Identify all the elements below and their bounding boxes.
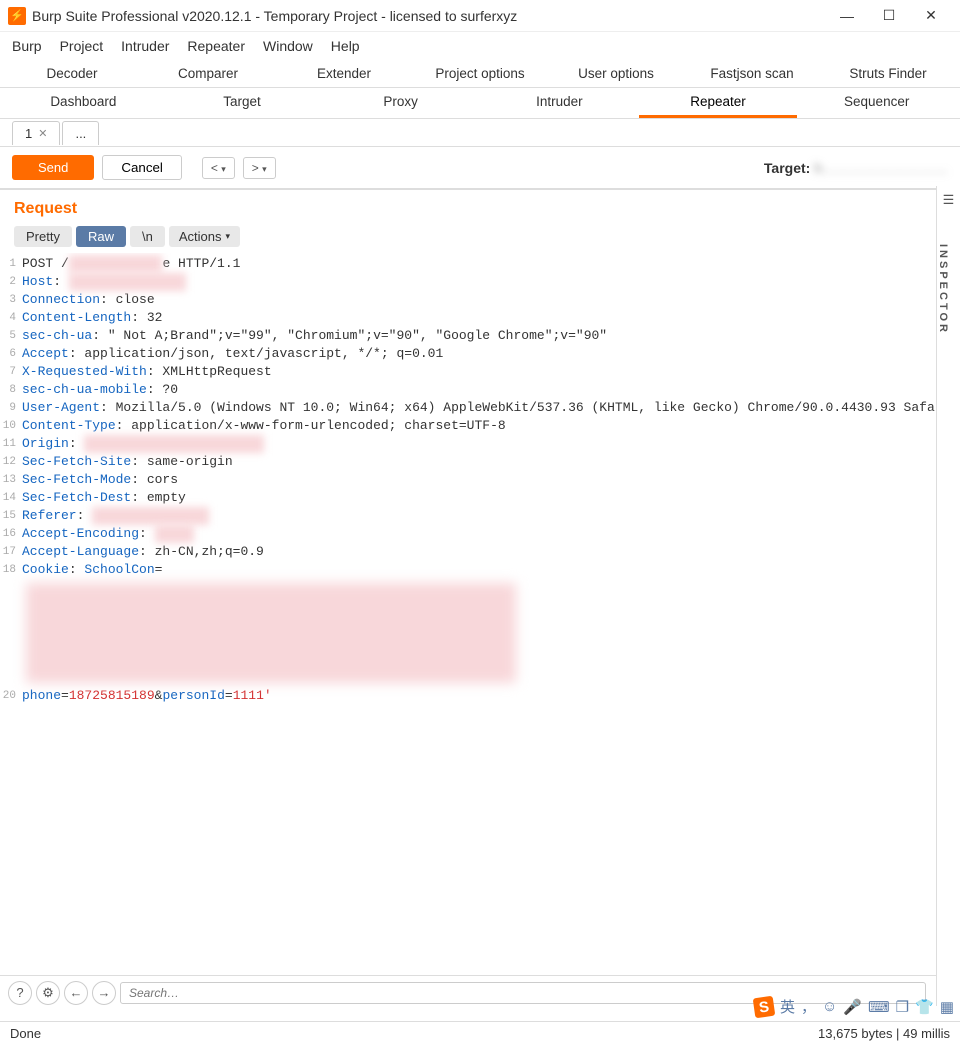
tab-fastjson-scan[interactable]: Fastjson scan bbox=[684, 60, 820, 87]
inspector-sidebar[interactable]: ☰ INSPECTOR bbox=[936, 186, 960, 1006]
maximize-button[interactable]: ☐ bbox=[868, 2, 910, 30]
tab-comparer[interactable]: Comparer bbox=[140, 60, 276, 87]
request-tabs: PrettyRaw\nActions ▾ bbox=[0, 226, 960, 253]
code-line: 13Sec-Fetch-Mode: cors bbox=[0, 471, 960, 489]
menu-intruder[interactable]: Intruder bbox=[121, 38, 169, 54]
ime-lang-icon[interactable]: 英 bbox=[780, 996, 795, 1017]
tab-decoder[interactable]: Decoder bbox=[4, 60, 140, 87]
ime-tray: S 英 ， ☺ 🎤 ⌨ ❐ 👕 ▦ bbox=[754, 996, 954, 1017]
code-line: 9User-Agent: Mozilla/5.0 (Windows NT 10.… bbox=[0, 399, 960, 417]
ime-emoji-icon[interactable]: ☺ bbox=[822, 998, 837, 1015]
code-line: 14Sec-Fetch-Dest: empty bbox=[0, 489, 960, 507]
view-tab-n[interactable]: \n bbox=[130, 226, 165, 247]
code-line: 3Connection: close bbox=[0, 291, 960, 309]
subtab-more[interactable]: ... bbox=[62, 121, 99, 145]
tab-target[interactable]: Target bbox=[163, 88, 322, 118]
cancel-button[interactable]: Cancel bbox=[102, 155, 182, 180]
window-title: Burp Suite Professional v2020.12.1 - Tem… bbox=[32, 8, 826, 24]
panels: Request PrettyRaw\nActions ▾ ⋮⋮ 1POST / … bbox=[0, 189, 960, 1009]
minimize-button[interactable]: — bbox=[826, 2, 868, 30]
tab-repeater[interactable]: Repeater bbox=[639, 88, 798, 118]
menu-help[interactable]: Help bbox=[331, 38, 360, 54]
close-subtab-icon[interactable]: ✕ bbox=[38, 127, 47, 140]
redacted-cookie-block bbox=[26, 583, 516, 683]
code-line: 17Accept-Language: zh-CN,zh;q=0.9 bbox=[0, 543, 960, 561]
request-editor[interactable]: ⋮⋮ 1POST / e HTTP/1.12Host: 3Connection:… bbox=[0, 253, 960, 975]
tab-user-options[interactable]: User options bbox=[548, 60, 684, 87]
code-line: 10Content-Type: application/x-www-form-u… bbox=[0, 417, 960, 435]
tab-sequencer[interactable]: Sequencer bbox=[797, 88, 956, 118]
code-line: 11Origin: bbox=[0, 435, 960, 453]
view-tab-pretty[interactable]: Pretty bbox=[14, 226, 72, 247]
actions-dropdown[interactable]: Actions ▾ bbox=[169, 226, 240, 247]
menubar: Burp Project Intruder Repeater Window Help bbox=[0, 32, 960, 60]
view-tab-raw[interactable]: Raw bbox=[76, 226, 126, 247]
inspector-toggle-icon[interactable]: ☰ bbox=[937, 186, 960, 208]
menu-window[interactable]: Window bbox=[263, 38, 313, 54]
ime-skin-icon[interactable]: 👕 bbox=[915, 998, 934, 1016]
request-title: Request bbox=[14, 200, 77, 218]
code-line: 18Cookie: SchoolCon= bbox=[0, 561, 960, 579]
menu-project[interactable]: Project bbox=[60, 38, 104, 54]
help-button[interactable]: ? bbox=[8, 981, 32, 1005]
ime-tool-icon[interactable]: ❐ bbox=[896, 998, 909, 1016]
history-prev-button[interactable]: < ▾ bbox=[202, 157, 235, 179]
status-right: 13,675 bytes | 49 millis bbox=[818, 1026, 950, 1041]
code-line: 4Content-Length: 32 bbox=[0, 309, 960, 327]
code-line: 16Accept-Encoding: bbox=[0, 525, 960, 543]
ime-voice-icon[interactable]: 🎤 bbox=[843, 998, 862, 1016]
app-logo-icon: ⚡ bbox=[8, 7, 26, 25]
code-line: 20phone=18725815189&personId=1111' bbox=[0, 687, 960, 705]
menu-burp[interactable]: Burp bbox=[12, 38, 42, 54]
main-tabs: DashboardTargetProxyIntruderRepeaterSequ… bbox=[0, 88, 960, 119]
tab-extender[interactable]: Extender bbox=[276, 60, 412, 87]
tab-struts-finder[interactable]: Struts Finder bbox=[820, 60, 956, 87]
tab-proxy[interactable]: Proxy bbox=[321, 88, 480, 118]
send-button[interactable]: Send bbox=[12, 155, 94, 180]
search-next-button[interactable]: → bbox=[92, 981, 116, 1005]
ime-grid-icon[interactable]: ▦ bbox=[940, 998, 954, 1016]
code-line: 15Referer: bbox=[0, 507, 960, 525]
request-panel: Request PrettyRaw\nActions ▾ ⋮⋮ 1POST / … bbox=[0, 190, 960, 1009]
target-display[interactable]: Target: h……………………… bbox=[764, 160, 948, 176]
top-tabs: DecoderComparerExtenderProject optionsUs… bbox=[0, 60, 960, 88]
tab-intruder[interactable]: Intruder bbox=[480, 88, 639, 118]
code-line: 7X-Requested-With: XMLHttpRequest bbox=[0, 363, 960, 381]
status-left: Done bbox=[10, 1026, 41, 1041]
code-line: 8sec-ch-ua-mobile: ?0 bbox=[0, 381, 960, 399]
code-line: 5sec-ch-ua: " Not A;Brand";v="99", "Chro… bbox=[0, 327, 960, 345]
window-titlebar: ⚡ Burp Suite Professional v2020.12.1 - T… bbox=[0, 0, 960, 32]
target-label: Target: bbox=[764, 160, 814, 176]
sogou-ime-icon[interactable]: S bbox=[753, 995, 776, 1018]
statusbar: Done 13,675 bytes | 49 millis bbox=[0, 1021, 960, 1045]
repeater-subtabs: 1✕ ... bbox=[0, 119, 960, 147]
ime-punct-icon[interactable]: ， bbox=[801, 996, 816, 1017]
code-line: 2Host: bbox=[0, 273, 960, 291]
inspector-label: INSPECTOR bbox=[937, 208, 949, 335]
settings-button[interactable]: ⚙ bbox=[36, 981, 60, 1005]
tab-dashboard[interactable]: Dashboard bbox=[4, 88, 163, 118]
code-line: 6Accept: application/json, text/javascri… bbox=[0, 345, 960, 363]
ime-keyboard-icon[interactable]: ⌨ bbox=[868, 998, 890, 1016]
subtab-1[interactable]: 1✕ bbox=[12, 121, 60, 145]
menu-repeater[interactable]: Repeater bbox=[187, 38, 245, 54]
code-line: 12Sec-Fetch-Site: same-origin bbox=[0, 453, 960, 471]
tab-project-options[interactable]: Project options bbox=[412, 60, 548, 87]
close-button[interactable]: ✕ bbox=[910, 2, 952, 30]
history-next-button[interactable]: > ▾ bbox=[243, 157, 276, 179]
search-prev-button[interactable]: ← bbox=[64, 981, 88, 1005]
action-bar: Send Cancel < ▾ > ▾ Target: h……………………… bbox=[0, 147, 960, 189]
code-line: 1POST / e HTTP/1.1 bbox=[0, 255, 960, 273]
target-value: h……………………… bbox=[814, 160, 948, 176]
